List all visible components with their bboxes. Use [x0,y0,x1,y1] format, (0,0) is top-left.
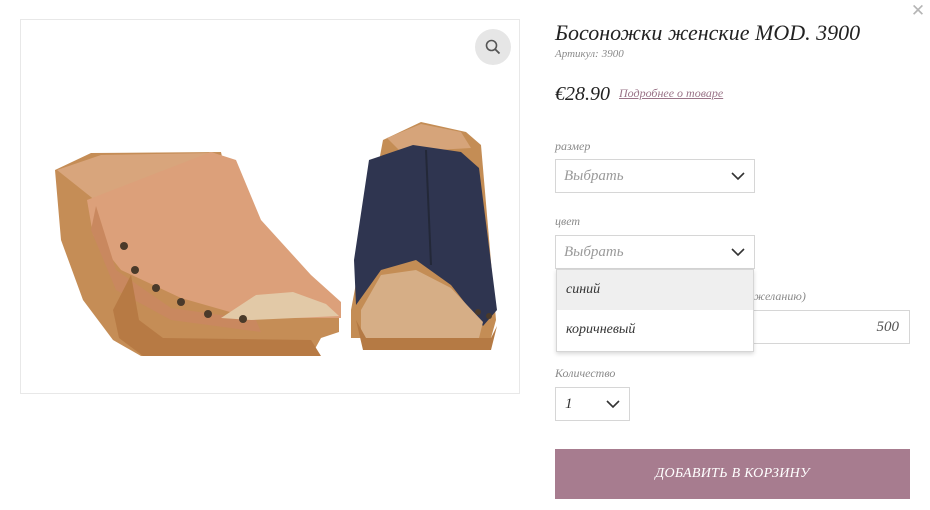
product-price: €28.90 [555,83,610,105]
size-select-value: Выбрать [564,168,624,184]
color-option-brown[interactable]: коричневый [557,310,753,350]
close-icon[interactable]: ✕ [909,2,927,20]
color-label: цвет [555,214,581,228]
sku-value: 3900 [601,48,624,60]
sku-label: Артикул: [555,48,599,60]
quantity-select[interactable]: 1 [555,387,630,421]
zoom-icon [485,39,501,55]
tan-sandal-illustration [55,152,341,356]
product-photo [55,122,497,356]
chevron-down-icon [731,172,745,181]
zoom-button[interactable] [475,29,511,65]
size-select[interactable]: Выбрать [555,159,755,193]
color-select[interactable]: Выбрать [555,235,755,269]
color-select-value: Выбрать [564,244,624,260]
amount-label: желанию) [754,289,806,303]
chevron-down-icon [606,400,620,409]
color-dropdown: синий коричневый [556,269,754,352]
color-option-blue[interactable]: синий [557,270,753,310]
size-label: размер [555,139,591,153]
quantity-select-value: 1 [565,396,573,412]
navy-sandal-illustration [351,122,497,350]
product-image [20,19,520,394]
product-sku: Артикул: 3900 [555,48,624,60]
quantity-label: Количество [555,366,616,380]
add-to-cart-button[interactable]: ДОБАВИТЬ В КОРЗИНУ [555,449,910,499]
product-details-link[interactable]: Подробнее о товаре [619,86,723,101]
chevron-down-icon [731,248,745,257]
amount-input-value: 500 [876,319,900,335]
product-title: Босоножки женские MOD. 3900 [555,20,861,45]
amount-input[interactable]: 500 [745,310,910,344]
